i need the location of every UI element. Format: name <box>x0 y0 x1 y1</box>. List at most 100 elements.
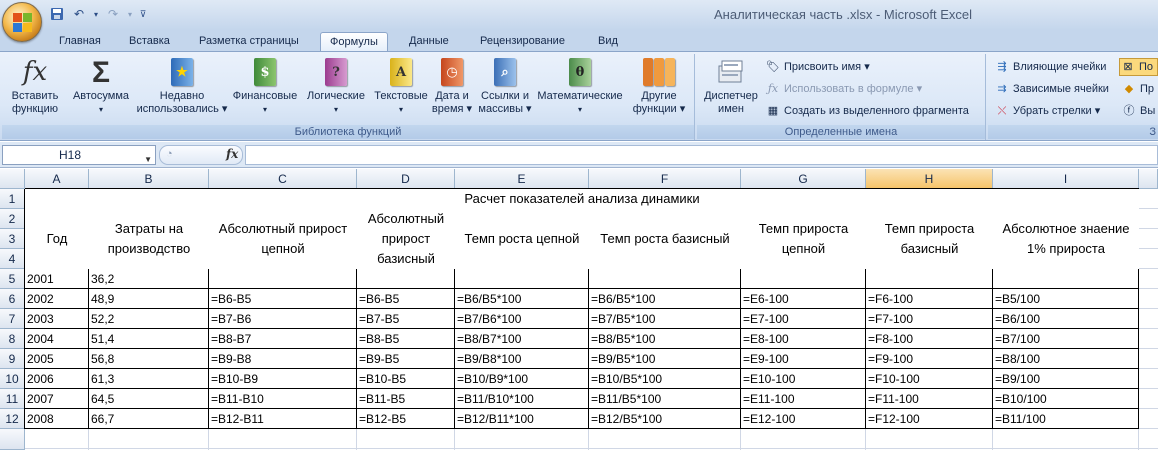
insert-function-fx-icon[interactable]: fx <box>226 147 238 161</box>
cell-c8[interactable]: =B8-B7 <box>209 329 357 349</box>
cell-f6[interactable]: =B6/B5*100 <box>589 289 741 309</box>
header-cell-g[interactable]: Темп прироста цепной <box>741 209 866 269</box>
table-title[interactable]: Расчет показателей анализа динамики <box>25 189 1139 209</box>
cell-g6[interactable]: =E6-100 <box>741 289 866 309</box>
row-header-6[interactable]: 6 <box>0 289 25 309</box>
column-header-b[interactable]: B <box>89 169 209 189</box>
tab-home[interactable]: Главная <box>59 32 101 52</box>
cell-e6[interactable]: =B6/B5*100 <box>455 289 589 309</box>
financial-button[interactable]: $ Финансовые ▾ <box>230 56 300 116</box>
name-manager-button[interactable]: Диспетчер имен <box>699 56 763 116</box>
column-header-next[interactable] <box>1139 169 1158 189</box>
header-cell-b[interactable]: Затраты на производство <box>89 209 209 269</box>
cell-e7[interactable]: =B7/B6*100 <box>455 309 589 329</box>
cell-h7[interactable]: =F7-100 <box>866 309 993 329</box>
column-header-f[interactable]: F <box>589 169 741 189</box>
use-in-formula-button[interactable]: ƒx Использовать в формуле ▾ <box>765 80 922 98</box>
cell-h10[interactable]: =F10-100 <box>866 369 993 389</box>
cell-e11[interactable]: =B11/B10*100 <box>455 389 589 409</box>
header-cell-e[interactable]: Темп роста цепной <box>455 209 589 269</box>
cell-g11[interactable]: =E11-100 <box>741 389 866 409</box>
cell-c6[interactable]: =B6-B5 <box>209 289 357 309</box>
cell-d12[interactable]: =B12-B5 <box>357 409 455 429</box>
column-header-g[interactable]: G <box>741 169 866 189</box>
office-button[interactable] <box>2 2 42 42</box>
row-header-next[interactable] <box>0 429 25 450</box>
cell-d5[interactable] <box>357 269 455 289</box>
undo-icon[interactable]: ↶ <box>70 5 88 23</box>
cell-d10[interactable]: =B10-B5 <box>357 369 455 389</box>
cell-i9[interactable]: =B8/100 <box>993 349 1139 369</box>
cell-c11[interactable]: =B11-B10 <box>209 389 357 409</box>
cell-f7[interactable]: =B7/B5*100 <box>589 309 741 329</box>
cell-f12[interactable]: =B12/B5*100 <box>589 409 741 429</box>
cell-f10[interactable]: =B10/B5*100 <box>589 369 741 389</box>
column-header-e[interactable]: E <box>455 169 589 189</box>
insert-function-button[interactable]: fx Вставить функцию <box>4 56 66 116</box>
cell-g5[interactable] <box>741 269 866 289</box>
remove-arrows-button[interactable]: ⤬ Убрать стрелки ▾ <box>994 102 1101 120</box>
lookup-reference-button[interactable]: ⌕ Ссылки и массивы ▾ <box>476 56 534 116</box>
cell-d7[interactable]: =B7-B5 <box>357 309 455 329</box>
cell-b9[interactable]: 56,8 <box>89 349 209 369</box>
worksheet-grid[interactable]: ABCDEFGHI 1 2 3 4 5 6 7 8 9 10 11 12 Расчет показат… <box>0 169 1158 450</box>
tab-data[interactable]: Данные <box>409 32 449 52</box>
tab-view[interactable]: Вид <box>598 32 618 52</box>
redo-dropdown-icon[interactable]: ▾ <box>126 5 134 23</box>
cell-b8[interactable]: 51,4 <box>89 329 209 349</box>
row-header-5[interactable]: 5 <box>0 269 25 289</box>
header-cell-h[interactable]: Темп прироста базисный <box>866 209 993 269</box>
row-header-12[interactable]: 12 <box>0 409 25 429</box>
cell-g10[interactable]: =E10-100 <box>741 369 866 389</box>
cell-g9[interactable]: =E9-100 <box>741 349 866 369</box>
cell-a11[interactable]: 2007 <box>25 389 89 409</box>
cell-i6[interactable]: =B5/100 <box>993 289 1139 309</box>
cell-c12[interactable]: =B12-B11 <box>209 409 357 429</box>
cell-g8[interactable]: =E8-100 <box>741 329 866 349</box>
text-button[interactable]: A Текстовые ▾ <box>370 56 432 116</box>
cell-f8[interactable]: =B8/B5*100 <box>589 329 741 349</box>
cell-g12[interactable]: =E12-100 <box>741 409 866 429</box>
error-checking-button[interactable]: ◆ Пр <box>1121 80 1154 98</box>
tab-insert[interactable]: Вставка <box>129 32 170 52</box>
cell-f9[interactable]: =B9/B5*100 <box>589 349 741 369</box>
cell-c9[interactable]: =B9-B8 <box>209 349 357 369</box>
row-header-3[interactable]: 3 <box>0 229 25 249</box>
column-header-i[interactable]: I <box>993 169 1139 189</box>
header-cell-c[interactable]: Абсолютный прирост цепной <box>209 209 357 269</box>
cell-a12[interactable]: 2008 <box>25 409 89 429</box>
formula-input[interactable] <box>245 145 1158 165</box>
math-trig-button[interactable]: θ Математические ▾ <box>534 56 626 116</box>
row-header-8[interactable]: 8 <box>0 329 25 349</box>
cell-d6[interactable]: =B6-B5 <box>357 289 455 309</box>
cell-i12[interactable]: =B11/100 <box>993 409 1139 429</box>
cell-b11[interactable]: 64,5 <box>89 389 209 409</box>
row-header-9[interactable]: 9 <box>0 349 25 369</box>
row-header-11[interactable]: 11 <box>0 389 25 409</box>
cell-a7[interactable]: 2003 <box>25 309 89 329</box>
cell-b7[interactable]: 52,2 <box>89 309 209 329</box>
name-box-dropdown-icon[interactable]: ▼ <box>144 151 152 169</box>
cell-e9[interactable]: =B9/B8*100 <box>455 349 589 369</box>
row-header-2[interactable]: 2 <box>0 209 25 229</box>
header-cell-f[interactable]: Темп роста базисный <box>589 209 741 269</box>
cell-d11[interactable]: =B11-B5 <box>357 389 455 409</box>
save-icon[interactable] <box>48 5 66 23</box>
trace-dependents-button[interactable]: ⇉ Зависимые ячейки <box>994 80 1109 98</box>
trace-precedents-button[interactable]: ⇶ Влияющие ячейки <box>994 58 1106 76</box>
cell-i11[interactable]: =B10/100 <box>993 389 1139 409</box>
cell-e5[interactable] <box>455 269 589 289</box>
undo-dropdown-icon[interactable]: ▾ <box>92 5 100 23</box>
cell-i10[interactable]: =B9/100 <box>993 369 1139 389</box>
name-box[interactable]: H18 ▼ <box>2 145 156 165</box>
tab-review[interactable]: Рецензирование <box>480 32 565 52</box>
header-cell-i[interactable]: Абсолютное знаение 1% прироста <box>993 209 1139 269</box>
tab-page-layout[interactable]: Разметка страницы <box>199 32 299 52</box>
cell-c5[interactable] <box>209 269 357 289</box>
cell-h5[interactable] <box>866 269 993 289</box>
cell-e12[interactable]: =B12/B11*100 <box>455 409 589 429</box>
row-header-7[interactable]: 7 <box>0 309 25 329</box>
logical-button[interactable]: ? Логические ▾ <box>302 56 370 116</box>
cell-h9[interactable]: =F9-100 <box>866 349 993 369</box>
cell-g7[interactable]: =E7-100 <box>741 309 866 329</box>
